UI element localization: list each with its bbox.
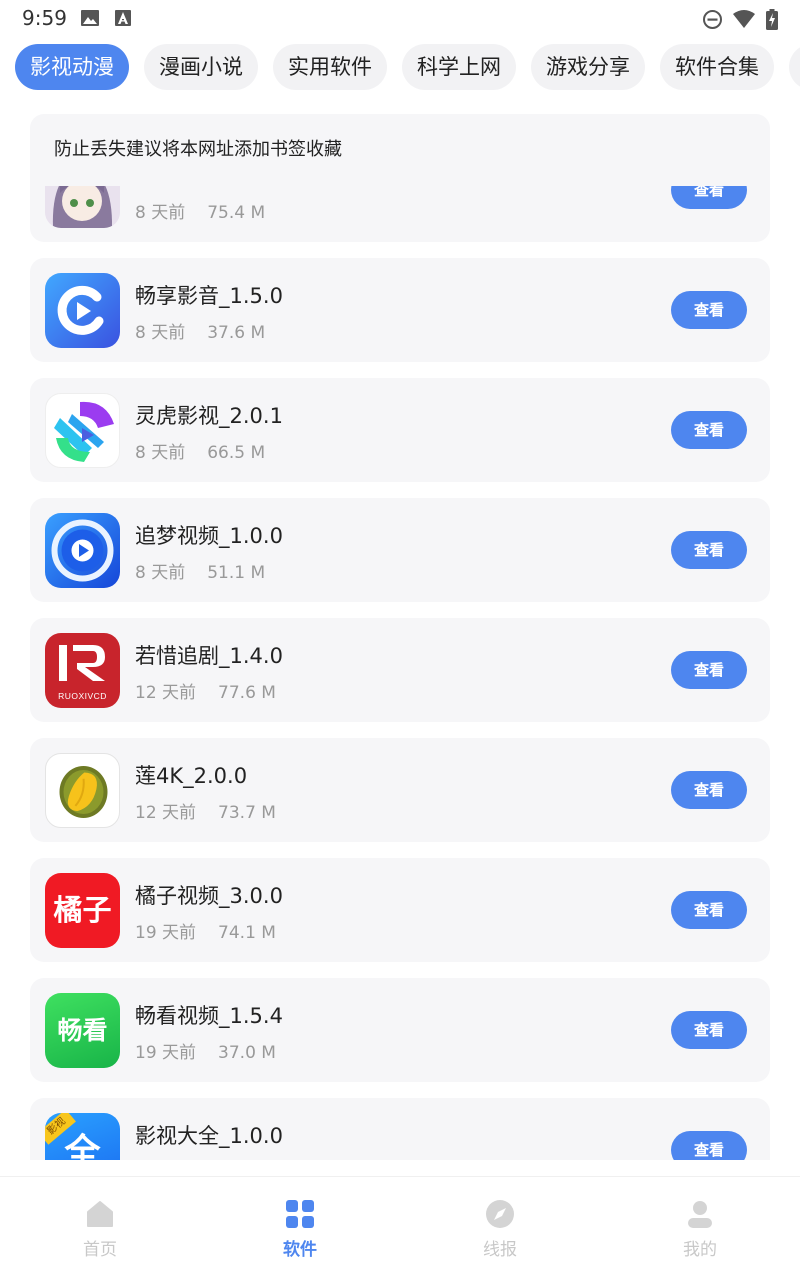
zhuimeng-play-icon xyxy=(45,513,120,588)
app-size: 74.1 M xyxy=(218,923,276,943)
app-name: 畅享影音_1.5.0 xyxy=(135,284,283,308)
view-button[interactable]: 查看 xyxy=(671,1131,747,1160)
image-notification-icon xyxy=(81,10,99,26)
view-button[interactable]: 查看 xyxy=(671,651,747,689)
nav-label: 线报 xyxy=(483,1240,517,1260)
do-not-disturb-icon xyxy=(703,10,722,29)
compass-icon xyxy=(486,1200,514,1228)
app-size: 66.5 M xyxy=(207,443,266,463)
app-age: 8 天前 xyxy=(135,563,186,583)
list-item[interactable]: 莲4K_2.0.0 12 天前 73.7 M 查看 xyxy=(30,738,770,842)
app-age: 8 天前 xyxy=(135,203,186,223)
app-age: 19 天前 xyxy=(135,1043,197,1063)
view-button[interactable]: 查看 xyxy=(671,891,747,929)
app-list: 防止丢失建议将本网址添加书签收藏 8 天前 75.4 M 查看 畅享影音_1.5… xyxy=(0,114,800,1160)
app-meta: 8 天前 37.6 M xyxy=(135,318,265,343)
ruoxi-r-icon: RUOXIVCD xyxy=(45,633,120,708)
nav-item-home[interactable]: 首页 xyxy=(0,1177,200,1280)
list-item[interactable]: 畅看 畅看视频_1.5.4 19 天前 37.0 M 查看 xyxy=(30,978,770,1082)
app-meta: 8 天前 75.4 M xyxy=(135,198,265,223)
list-item[interactable]: RUOXIVCD 若惜追剧_1.4.0 12 天前 77.6 M 查看 xyxy=(30,618,770,722)
icon-text: 橘子 xyxy=(53,893,112,927)
svg-text:RUOXIVCD: RUOXIVCD xyxy=(58,691,107,701)
bookmark-notice: 防止丢失建议将本网址添加书签收藏 xyxy=(30,114,770,186)
battery-charging-icon xyxy=(766,9,778,30)
nav-label: 首页 xyxy=(83,1240,117,1260)
durian-icon xyxy=(45,753,120,828)
text-notification-icon xyxy=(115,10,131,26)
category-tabs: 影视动漫 漫画小说 实用软件 科学上网 游戏分享 软件合集 xyxy=(0,44,800,92)
view-button[interactable]: 查看 xyxy=(671,291,747,329)
changxiang-play-icon xyxy=(45,273,120,348)
home-icon xyxy=(87,1201,113,1227)
bottom-nav: 首页 软件 线报 我的 xyxy=(0,1176,800,1280)
app-age: 12 天前 xyxy=(135,803,197,823)
app-meta xyxy=(135,1158,157,1160)
app-name: 追梦视频_1.0.0 xyxy=(135,524,283,548)
view-button[interactable]: 查看 xyxy=(671,771,747,809)
app-meta: 19 天前 37.0 M xyxy=(135,1038,276,1063)
yingshi-daquan-icon: 全 影视 xyxy=(45,1113,120,1160)
list-item[interactable]: 橘子 橘子视频_3.0.0 19 天前 74.1 M 查看 xyxy=(30,858,770,962)
app-age: 19 天前 xyxy=(135,923,197,943)
app-meta: 19 天前 74.1 M xyxy=(135,918,276,943)
app-meta: 12 天前 77.6 M xyxy=(135,678,276,703)
app-size: 37.6 M xyxy=(207,323,266,343)
app-size: 73.7 M xyxy=(218,803,276,823)
app-meta: 8 天前 51.1 M xyxy=(135,558,265,583)
tab-category-collections[interactable]: 软件合集 xyxy=(660,44,774,90)
tab-category-comics-novels[interactable]: 漫画小说 xyxy=(144,44,258,90)
app-size: 75.4 M xyxy=(207,203,266,223)
changkan-text-icon: 畅看 xyxy=(45,993,120,1068)
wifi-icon xyxy=(733,10,755,28)
view-button[interactable]: 查看 xyxy=(671,1011,747,1049)
view-button[interactable]: 查看 xyxy=(671,411,747,449)
app-age: 12 天前 xyxy=(135,683,197,703)
nav-item-software[interactable]: 软件 xyxy=(200,1177,400,1280)
list-item[interactable]: 畅享影音_1.5.0 8 天前 37.6 M 查看 xyxy=(30,258,770,362)
app-meta: 12 天前 73.7 M xyxy=(135,798,276,823)
app-name: 影视大全_1.0.0 xyxy=(135,1124,283,1148)
list-item[interactable]: 追梦视频_1.0.0 8 天前 51.1 M 查看 xyxy=(30,498,770,602)
user-icon xyxy=(688,1201,712,1228)
tab-category-vpn[interactable]: 科学上网 xyxy=(402,44,516,90)
app-size: 51.1 M xyxy=(207,563,266,583)
icon-text: 畅看 xyxy=(57,1016,108,1045)
nav-item-mine[interactable]: 我的 xyxy=(600,1177,800,1280)
nav-item-news[interactable]: 线报 xyxy=(400,1177,600,1280)
juzi-text-icon: 橘子 xyxy=(45,873,120,948)
list-item[interactable]: 全 影视 影视大全_1.0.0 查看 xyxy=(30,1098,770,1160)
app-age: 8 天前 xyxy=(135,443,186,463)
app-name: 灵虎影视_2.0.1 xyxy=(135,404,283,428)
status-time: 9:59 xyxy=(22,6,67,30)
tab-category-games[interactable]: 游戏分享 xyxy=(531,44,645,90)
tab-category-more[interactable] xyxy=(789,44,800,90)
app-name: 莲4K_2.0.0 xyxy=(135,764,248,788)
view-button[interactable]: 查看 xyxy=(671,531,747,569)
app-meta: 8 天前 66.5 M xyxy=(135,438,265,463)
grid-icon xyxy=(286,1200,314,1228)
app-name: 橘子视频_3.0.0 xyxy=(135,884,283,908)
app-name: 若惜追剧_1.4.0 xyxy=(135,644,283,668)
app-size: 37.0 M xyxy=(218,1043,276,1063)
status-bar: 9:59 xyxy=(0,0,800,38)
list-item[interactable]: 灵虎影视_2.0.1 8 天前 66.5 M 查看 xyxy=(30,378,770,482)
tab-category-film-anime[interactable]: 影视动漫 xyxy=(15,44,129,90)
app-size: 77.6 M xyxy=(218,683,276,703)
tab-category-utilities[interactable]: 实用软件 xyxy=(273,44,387,90)
linghu-icon xyxy=(45,393,120,468)
nav-label: 我的 xyxy=(683,1240,717,1260)
app-name: 畅看视频_1.5.4 xyxy=(135,1004,283,1028)
app-age: 8 天前 xyxy=(135,323,186,343)
nav-label: 软件 xyxy=(283,1240,317,1260)
